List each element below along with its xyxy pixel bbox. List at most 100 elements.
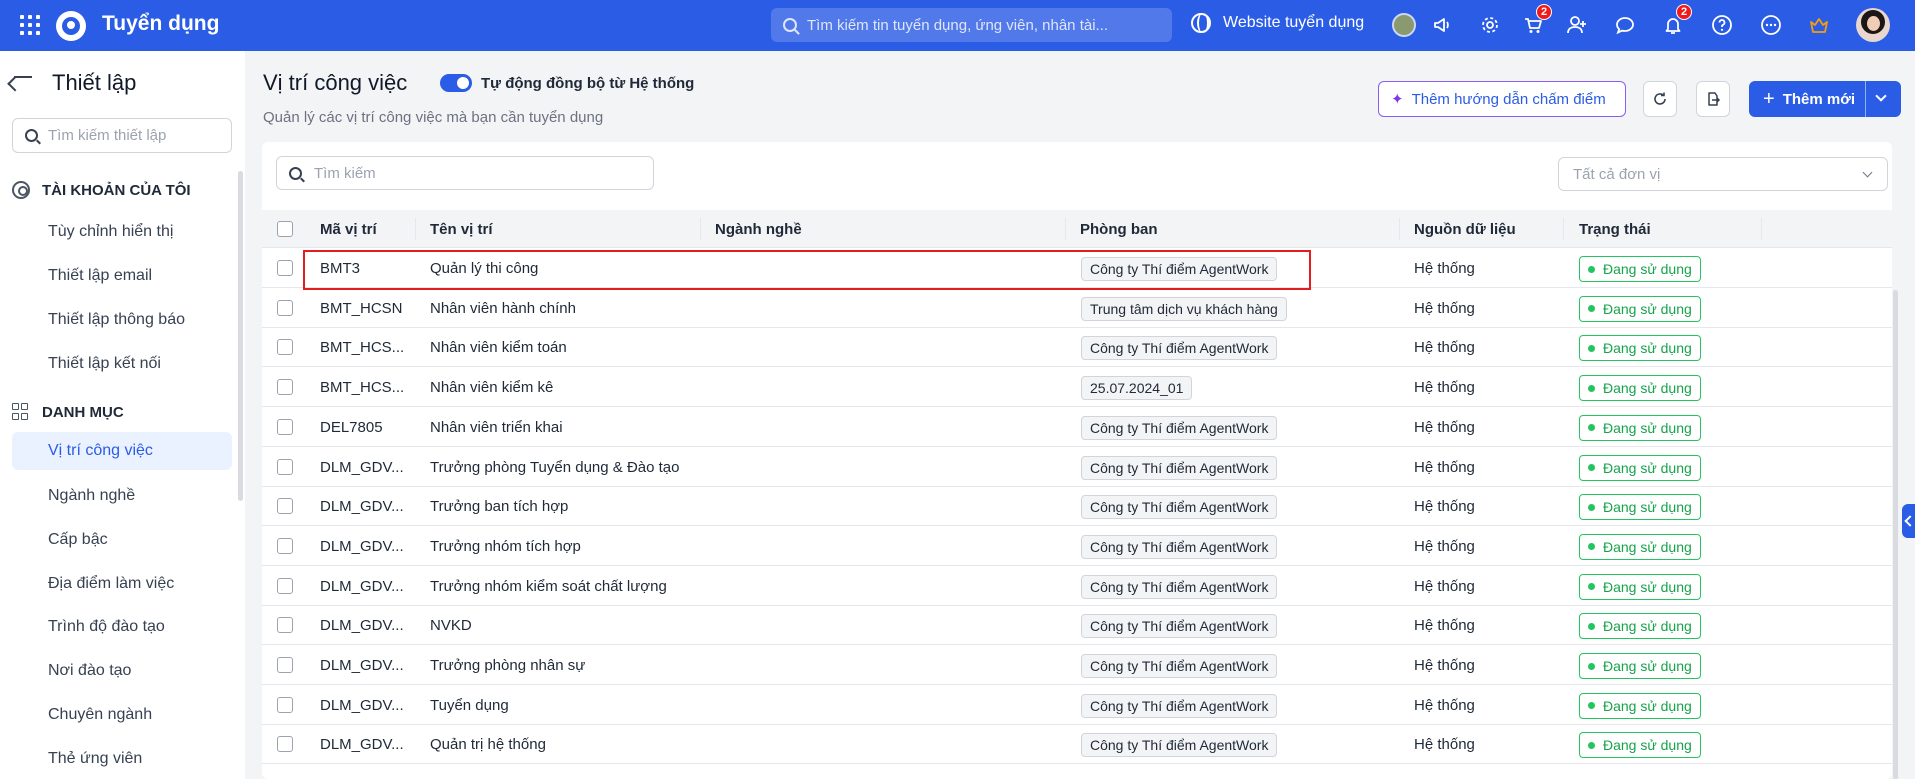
row-checkbox[interactable] [277, 260, 293, 276]
table-row[interactable]: DLM_GDV... Trưởng nhóm tích hợp Công ty Th… [262, 527, 1892, 566]
refresh-button[interactable] [1643, 81, 1677, 117]
department-tag: Công ty Thí điểm AgentWork [1081, 654, 1278, 678]
auto-sync-toggle[interactable] [440, 74, 472, 92]
global-search-input[interactable]: Tìm kiếm tin tuyển dụng, ứng viên, nhân … [771, 8, 1172, 42]
table-scrollbar[interactable] [1893, 290, 1898, 779]
add-new-label: Thêm mới [1782, 90, 1856, 108]
table-row[interactable]: BMT_HCS... Nhân viên kiểm kê 25.07.2024_01… [262, 368, 1892, 408]
collapse-panel-tab[interactable] [1902, 504, 1915, 538]
row-checkbox[interactable] [277, 736, 293, 753]
department-tag: Công ty Thí điểm AgentWork [1081, 336, 1278, 361]
help-icon[interactable] [1709, 12, 1735, 38]
page-title: Vị trí công việc [263, 70, 408, 95]
sidebar-item-training-places[interactable]: Nơi đào tạo [12, 652, 232, 690]
cell-data-source: Hệ thống [1414, 379, 1475, 397]
table-row[interactable]: DLM_GDV... Trưởng phòng Tuyển dụng & Đào … [262, 448, 1892, 487]
settings-sidebar: Thiết lập Tìm kiếm thiết lập TÀI KHOẢN C… [0, 51, 245, 779]
cell-data-source: Hệ thống [1414, 299, 1475, 317]
table-row[interactable]: DLM_GDV... Trưởng phòng nhân sự Công ty Th… [262, 646, 1892, 685]
department-tag: Công ty Thí điểm AgentWork [1081, 733, 1278, 758]
bell-icon[interactable]: 2 [1660, 4, 1692, 38]
assistant-avatar-icon[interactable] [1392, 13, 1416, 37]
sidebar-item-candidate-tags[interactable]: Thẻ ứng viên [12, 740, 232, 778]
table-row[interactable]: BMT3 Quản lý thi công Công ty Thí điểm Age… [262, 249, 1892, 288]
row-checkbox[interactable] [277, 577, 293, 594]
sidebar-item-email-settings[interactable]: Thiết lập email [12, 257, 232, 295]
gear-icon[interactable] [1477, 12, 1503, 38]
sidebar-item-connection-settings[interactable]: Thiết lập kết nối [12, 345, 232, 383]
row-checkbox[interactable] [277, 617, 293, 634]
app-launcher-icon[interactable] [20, 15, 40, 35]
cell-name: Trưởng phòng Tuyển dụng & Đào tạo [430, 458, 680, 476]
global-search-placeholder: Tìm kiếm tin tuyển dụng, ứng viên, nhân … [807, 16, 1109, 34]
status-dot-icon [1588, 741, 1595, 749]
sidebar-item-industries[interactable]: Ngành nghề [12, 477, 232, 515]
sidebar-scrollbar[interactable] [238, 171, 243, 501]
cell-data-source: Hệ thống [1414, 339, 1475, 357]
column-header-department[interactable]: Phòng ban [1080, 210, 1158, 248]
table-row[interactable]: BMT_HCS... Nhân viên kiểm toán Công ty Thí… [262, 328, 1892, 368]
table-row[interactable]: DLM_GDV... Trưởng nhóm kiểm soát chất lượ… [262, 567, 1892, 606]
sidebar-item-education-levels[interactable]: Trình độ đào tạo [12, 608, 232, 646]
row-checkbox[interactable] [277, 299, 293, 316]
row-checkbox[interactable] [277, 339, 293, 356]
more-options-icon[interactable] [1758, 12, 1784, 38]
website-link-label: Website tuyển dụng [1223, 14, 1365, 31]
sidebar-item-notification-settings[interactable]: Thiết lập thông báo [12, 301, 232, 339]
column-header-code[interactable]: Mã vị trí [320, 210, 377, 248]
cell-code: BMT_HCS... [320, 379, 405, 397]
sidebar-item-work-locations[interactable]: Địa điểm làm việc [12, 565, 232, 603]
row-checkbox[interactable] [277, 458, 293, 475]
sidebar-item-majors[interactable]: Chuyên ngành [12, 696, 232, 734]
table-search-input[interactable]: Tìm kiếm [276, 156, 654, 190]
status-dot-icon [1588, 305, 1595, 313]
table-row[interactable]: DLM_GDV... Quản trị hệ thống Công ty Thí đ… [262, 725, 1892, 765]
back-arrow-icon[interactable] [14, 76, 32, 78]
status-label: Đang sử dụng [1603, 499, 1692, 516]
user-circle-icon [12, 181, 30, 199]
app-logo-icon[interactable] [56, 11, 86, 41]
sidebar-item-display-settings[interactable]: Tùy chỉnh hiển thị [12, 213, 232, 251]
row-checkbox[interactable] [277, 379, 293, 396]
row-checkbox[interactable] [277, 418, 293, 435]
column-header-industry[interactable]: Ngành nghề [715, 210, 802, 248]
settings-search-placeholder: Tìm kiếm thiết lập [48, 127, 167, 144]
settings-search-input[interactable]: Tìm kiếm thiết lập [12, 118, 232, 153]
app-title[interactable]: Tuyển dụng [102, 12, 219, 36]
table-row[interactable]: DLM_GDV... NVKD Công ty Thí điểm AgentWork… [262, 606, 1892, 646]
row-checkbox[interactable] [277, 537, 293, 554]
add-scoring-guide-button[interactable]: ✦ Thêm hướng dẫn chấm điểm [1378, 81, 1626, 117]
status-badge: Đang sử dụng [1579, 533, 1701, 560]
status-dot-icon [1588, 384, 1595, 392]
website-link[interactable]: Website tuyển dụng [1191, 13, 1364, 33]
status-label: Đang sử dụng [1603, 578, 1692, 595]
export-button[interactable] [1696, 81, 1730, 117]
table-row[interactable]: DEL7805 Nhân viên triển khai Công ty Thí đ… [262, 408, 1892, 447]
status-label: Đang sử dụng [1603, 618, 1692, 635]
sidebar-item-job-positions[interactable]: Vị trí công việc [12, 432, 232, 470]
chevron-down-icon[interactable] [1875, 90, 1887, 102]
user-add-icon[interactable] [1564, 12, 1590, 38]
column-header-data-source[interactable]: Nguồn dữ liệu [1414, 210, 1516, 248]
table-row[interactable]: DLM_GDV... Trưởng ban tích hợp Công ty Thí… [262, 487, 1892, 527]
unit-select[interactable]: Tất cả đơn vị [1558, 157, 1888, 191]
user-avatar[interactable] [1856, 8, 1890, 42]
sidebar-item-levels[interactable]: Cấp bậc [12, 521, 232, 559]
column-header-name[interactable]: Tên vị trí [430, 210, 493, 248]
status-badge: Đang sử dụng [1579, 653, 1701, 679]
cell-data-source: Hệ thống [1414, 657, 1475, 674]
table-row[interactable]: DLM_GDV... Tuyển dụng Công ty Thí điểm Age… [262, 686, 1892, 725]
table-row[interactable]: BMT_HCSN Nhân viên hành chính Trung tâm dị… [262, 289, 1892, 328]
megaphone-icon[interactable] [1429, 12, 1455, 38]
department-tag: 25.07.2024_01 [1081, 376, 1193, 401]
crown-award-icon[interactable] [1806, 12, 1832, 38]
cart-icon[interactable]: 2 [1520, 4, 1552, 38]
column-header-status[interactable]: Trạng thái [1579, 210, 1651, 248]
department-tag: Công ty Thí điểm AgentWork [1081, 574, 1278, 599]
row-checkbox[interactable] [277, 657, 293, 673]
chat-icon[interactable] [1612, 12, 1638, 38]
select-all-checkbox[interactable] [277, 221, 293, 237]
row-checkbox[interactable] [277, 498, 293, 515]
row-checkbox[interactable] [277, 696, 293, 713]
add-new-button[interactable]: + Thêm mới [1749, 81, 1901, 117]
